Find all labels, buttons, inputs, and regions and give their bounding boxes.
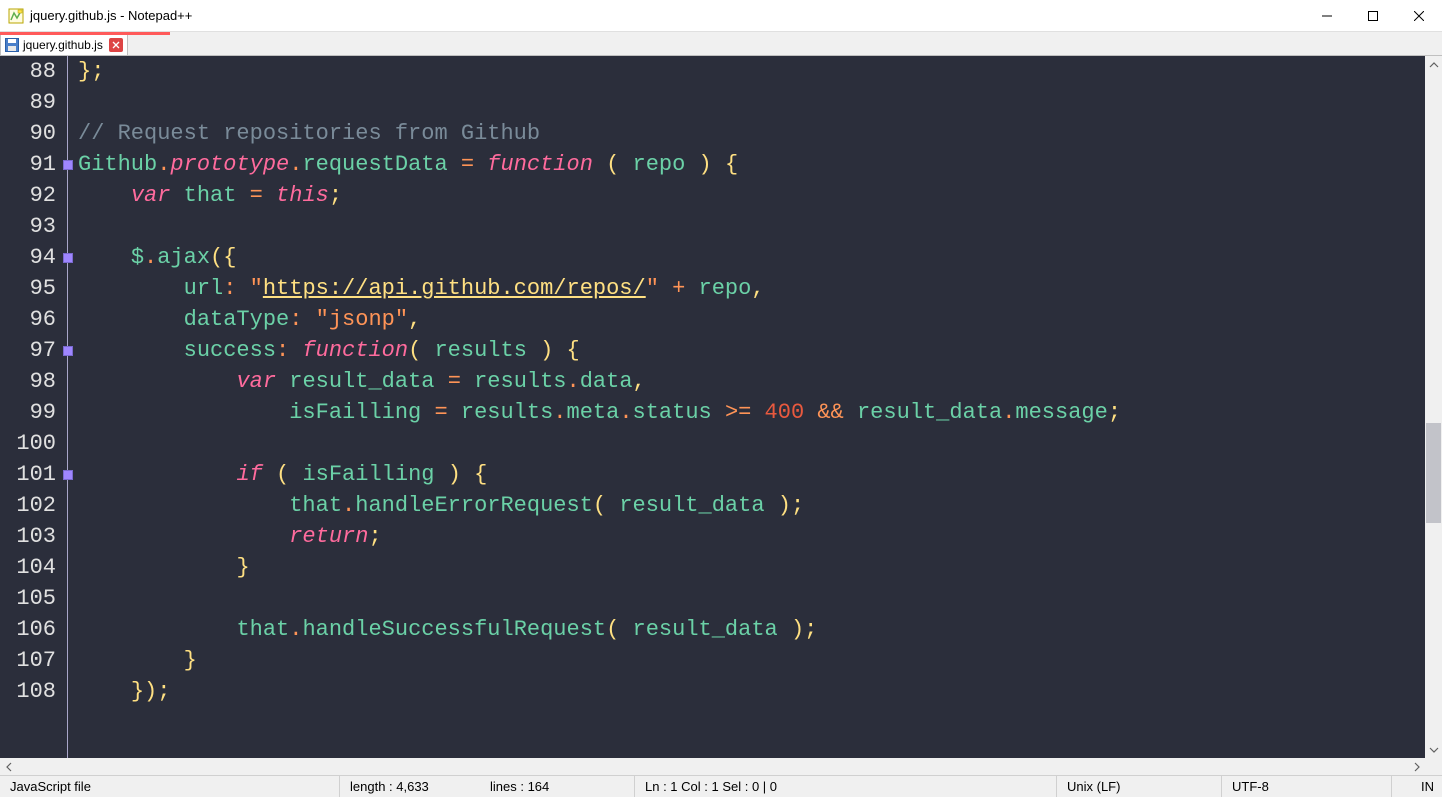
fold-toggle[interactable] xyxy=(63,470,73,480)
fold-toggle[interactable] xyxy=(63,160,73,170)
scrollbar-track[interactable] xyxy=(1425,73,1442,741)
file-tab[interactable]: jquery.github.js xyxy=(0,34,128,55)
fold-toggle[interactable] xyxy=(63,346,73,356)
editor: 88 89 90 91 92 93 94 95 96 97 98 99 100 … xyxy=(0,56,1442,775)
status-filetype: JavaScript file xyxy=(0,776,340,797)
scroll-left-arrow-icon[interactable] xyxy=(0,758,17,775)
tab-strip: jquery.github.js xyxy=(0,32,1442,56)
code-area[interactable]: }; // Request repositories from Github G… xyxy=(76,56,1425,758)
window-titlebar: jquery.github.js - Notepad++ xyxy=(0,0,1442,32)
scroll-down-arrow-icon[interactable] xyxy=(1425,741,1442,758)
minimize-button[interactable] xyxy=(1304,0,1350,32)
scrollbar-corner xyxy=(1425,758,1442,775)
scroll-right-arrow-icon[interactable] xyxy=(1408,758,1425,775)
vertical-scrollbar[interactable] xyxy=(1425,56,1442,758)
save-icon xyxy=(5,38,19,52)
scrollbar-thumb[interactable] xyxy=(1426,423,1441,523)
window-title: jquery.github.js - Notepad++ xyxy=(30,8,192,23)
status-mode: IN xyxy=(1392,776,1442,797)
status-lines: lines : 164 xyxy=(480,776,635,797)
status-position: Ln : 1 Col : 1 Sel : 0 | 0 xyxy=(635,776,1057,797)
tab-close-button[interactable] xyxy=(109,38,123,52)
status-length: length : 4,633 xyxy=(340,776,480,797)
scroll-up-arrow-icon[interactable] xyxy=(1425,56,1442,73)
horizontal-scrollbar[interactable] xyxy=(0,758,1442,775)
fold-column[interactable] xyxy=(62,56,76,758)
app-icon xyxy=(8,8,24,24)
status-bar: JavaScript file length : 4,633 lines : 1… xyxy=(0,775,1442,797)
maximize-button[interactable] xyxy=(1350,0,1396,32)
status-eol: Unix (LF) xyxy=(1057,776,1222,797)
tab-filename: jquery.github.js xyxy=(23,38,103,52)
line-number-gutter: 88 89 90 91 92 93 94 95 96 97 98 99 100 … xyxy=(0,56,62,758)
fold-toggle[interactable] xyxy=(63,253,73,263)
hscrollbar-track[interactable] xyxy=(17,758,1408,775)
status-encoding: UTF-8 xyxy=(1222,776,1392,797)
close-button[interactable] xyxy=(1396,0,1442,32)
